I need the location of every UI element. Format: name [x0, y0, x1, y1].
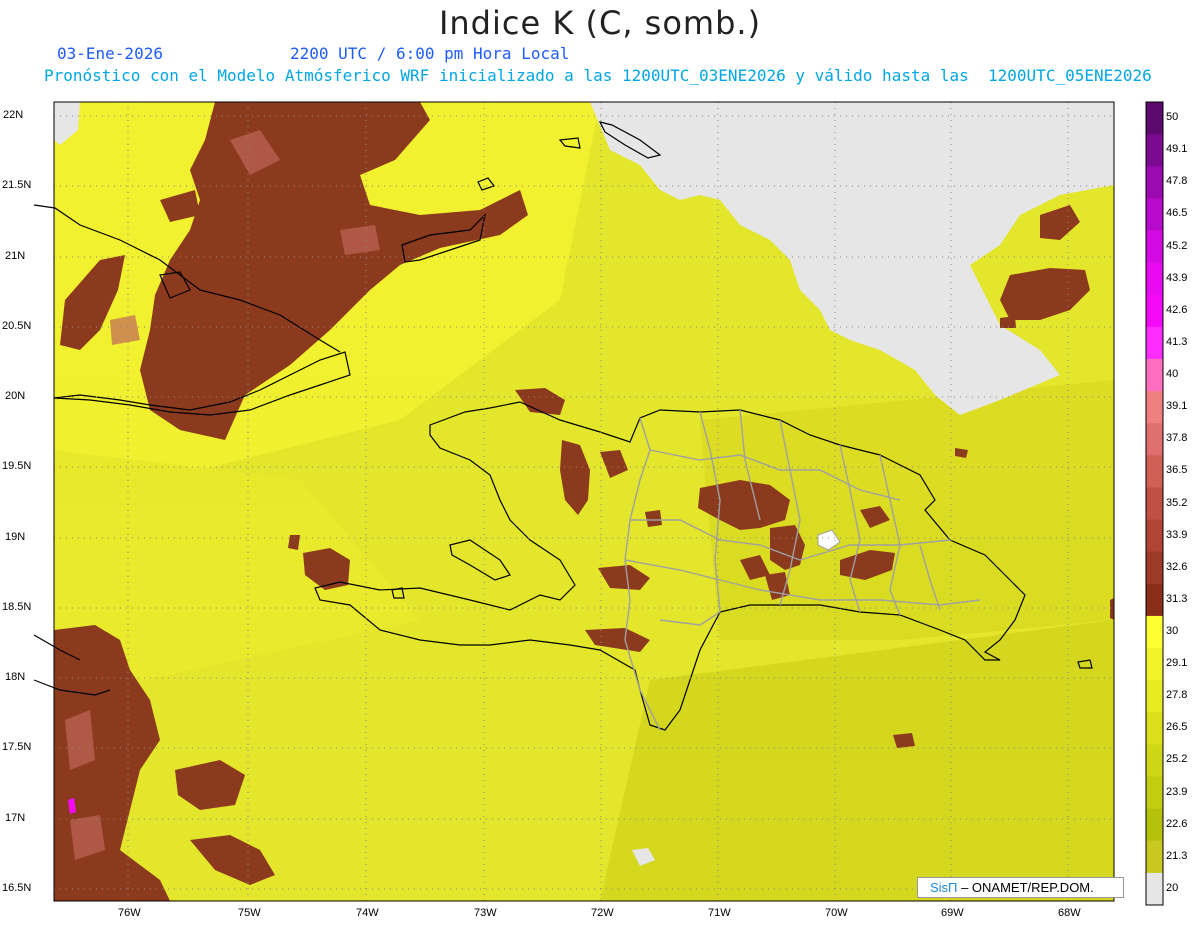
colorbar-level-label: 49.1 — [1166, 143, 1188, 156]
lon-label: 72W — [591, 907, 614, 919]
lon-label: 70W — [825, 907, 848, 919]
colorbar-level-label: 45.2 — [1166, 239, 1188, 252]
colorbar — [1146, 102, 1163, 906]
colorbar-level-label: 20 — [1166, 881, 1179, 894]
credit-brand: SisΠ — [930, 880, 958, 895]
colorbar-swatch — [1146, 198, 1163, 231]
lat-label: 21N — [5, 250, 26, 262]
colorbar-swatch — [1146, 102, 1163, 135]
forecast-time: 2200 UTC / 6:00 pm Hora Local — [290, 44, 570, 63]
colorbar-level-label: 33.9 — [1166, 528, 1188, 541]
forecast-description: Pronóstico con el Modelo Atmósferico WRF… — [44, 66, 1152, 85]
colorbar-level-label: 35.2 — [1166, 496, 1188, 509]
lat-label: 19.5N — [2, 460, 32, 472]
lon-label: 73W — [474, 907, 497, 919]
colorbar-swatch — [1146, 840, 1163, 874]
colorbar-swatch — [1146, 230, 1163, 264]
credit-text: – ONAMET/REP.DOM. — [961, 880, 1094, 895]
colorbar-swatch — [1146, 776, 1163, 810]
lat-label: 22N — [3, 109, 24, 121]
lon-label: 68W — [1058, 907, 1081, 919]
colorbar-level-label: 37.8 — [1166, 432, 1188, 445]
lon-label: 71W — [708, 907, 731, 919]
lat-label: 17N — [5, 812, 26, 824]
colorbar-level-label: 39.1 — [1166, 400, 1188, 413]
colorbar-swatch — [1146, 872, 1163, 906]
colorbar-level-label: 26.5 — [1166, 721, 1188, 734]
colorbar-swatch — [1146, 166, 1163, 199]
colorbar-level-label: 21.3 — [1166, 849, 1188, 862]
lat-label: 19N — [5, 531, 26, 543]
colorbar-swatch — [1146, 519, 1163, 553]
colorbar-level-label: 36.5 — [1166, 464, 1188, 477]
colorbar-swatch — [1146, 615, 1163, 649]
colorbar-swatch — [1146, 551, 1163, 585]
colorbar-level-label: 42.6 — [1166, 303, 1188, 316]
colorbar-level-label: 27.8 — [1166, 689, 1188, 702]
forecast-date: 03-Ene-2026 — [57, 44, 163, 63]
colorbar-swatch — [1146, 487, 1163, 521]
k-index-map — [33, 101, 1164, 906]
colorbar-swatch — [1146, 583, 1163, 617]
colorbar-level-label: 43.9 — [1166, 271, 1188, 284]
lon-label: 74W — [356, 907, 379, 919]
lon-label: 76W — [118, 907, 141, 919]
lon-label: 75W — [238, 907, 261, 919]
colorbar-swatch — [1146, 648, 1163, 681]
colorbar-swatch — [1146, 680, 1163, 713]
colorbar-level-label: 31.3 — [1166, 592, 1188, 605]
colorbar-swatch — [1146, 744, 1163, 778]
colorbar-level-label: 50 — [1166, 111, 1179, 124]
colorbar-level-label: 29.1 — [1166, 657, 1188, 670]
colorbar-swatch — [1146, 808, 1163, 842]
colorbar-swatch — [1146, 134, 1163, 167]
colorbar-level-label: 22.6 — [1166, 817, 1188, 830]
colorbar-swatch — [1146, 326, 1163, 360]
lat-label: 20.5N — [2, 320, 32, 332]
colorbar-swatch — [1146, 262, 1163, 296]
lon-label: 69W — [941, 907, 964, 919]
lat-label: 16.5N — [2, 882, 32, 894]
credit-box: SisΠ – ONAMET/REP.DOM. — [917, 877, 1124, 898]
colorbar-level-label: 32.6 — [1166, 560, 1188, 573]
colorbar-swatch — [1146, 358, 1163, 392]
lat-label: 18.5N — [2, 601, 32, 613]
colorbar-level-label: 30 — [1166, 624, 1179, 637]
colorbar-level-label: 23.9 — [1166, 785, 1188, 798]
colorbar-level-label: 47.8 — [1166, 175, 1188, 188]
lat-label: 20N — [5, 390, 26, 402]
colorbar-level-label: 41.3 — [1166, 335, 1188, 348]
lat-label: 17.5N — [2, 741, 32, 753]
colorbar-swatch — [1146, 391, 1163, 424]
lat-label: 18N — [5, 671, 26, 683]
colorbar-swatch — [1146, 294, 1163, 328]
colorbar-level-label: 46.5 — [1166, 207, 1188, 220]
lat-label: 21.5N — [2, 179, 32, 191]
colorbar-level-label: 40 — [1166, 368, 1179, 381]
colorbar-swatch — [1146, 423, 1163, 456]
colorbar-swatch — [1146, 455, 1163, 488]
colorbar-level-label: 25.2 — [1166, 753, 1188, 766]
map-title: Indice K (C, somb.) — [438, 4, 762, 42]
colorbar-swatch — [1146, 712, 1163, 745]
